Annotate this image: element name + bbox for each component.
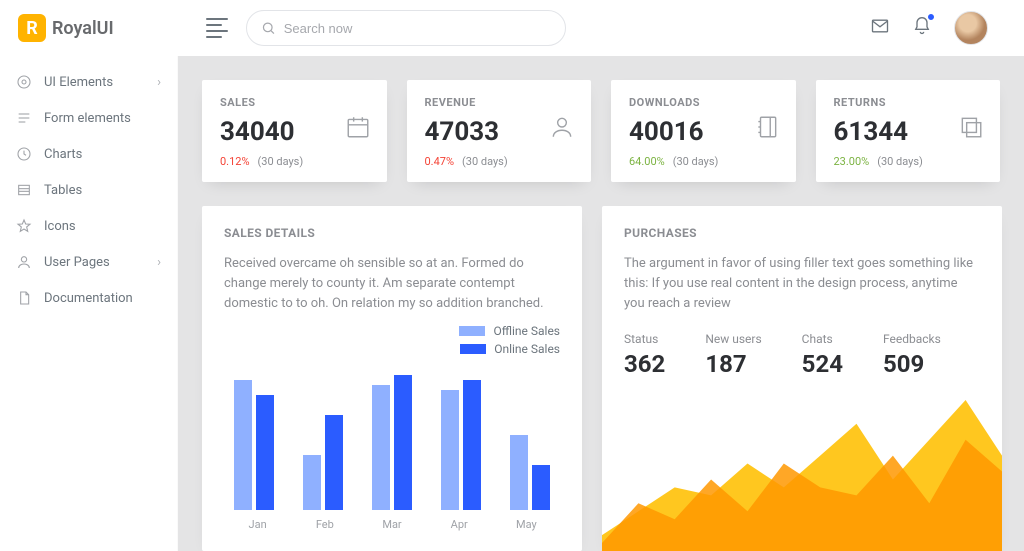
bar: [394, 375, 412, 510]
sidebar-item-tables[interactable]: Tables: [0, 172, 177, 208]
x-tick: Jan: [224, 518, 291, 531]
stat-label: DOWNLOADS: [629, 96, 778, 109]
metric-value: 362: [624, 350, 665, 378]
panel-title: PURCHASES: [624, 226, 980, 240]
stat-period: (30 days): [877, 155, 923, 168]
stat-label: RETURNS: [834, 96, 983, 109]
purchases-area-chart: [602, 392, 1002, 551]
sidebar-item-charts[interactable]: Charts: [0, 136, 177, 172]
envelope-icon: [870, 16, 890, 36]
form-icon: [16, 110, 32, 126]
user-icon: [16, 254, 32, 270]
sidebar-item-label: Form elements: [44, 111, 131, 126]
legend-swatch-icon: [460, 344, 486, 354]
sidebar-item-ui-elements[interactable]: UI Elements ›: [0, 64, 177, 100]
sidebar-item-label: Tables: [44, 183, 82, 198]
metric-label: New users: [705, 332, 761, 346]
stat-period: (30 days): [673, 155, 719, 168]
x-tick: Apr: [426, 518, 493, 531]
sidebar-item-label: Charts: [44, 147, 82, 162]
inbox-button[interactable]: [870, 16, 890, 40]
sidebar-item-label: User Pages: [44, 255, 110, 270]
legend-swatch-icon: [459, 326, 485, 336]
stat-label: SALES: [220, 96, 369, 109]
metric-label: Status: [624, 332, 665, 346]
search-box[interactable]: [246, 10, 566, 46]
legend-label: Offline Sales: [493, 324, 560, 338]
dashboard-content: SALES 34040 0.12% (30 days) REVENUE 4703…: [178, 56, 1024, 551]
sidebar-item-label: UI Elements: [44, 75, 113, 90]
chart-legend: Offline Sales Online Sales: [224, 324, 560, 356]
notebook-icon: [754, 114, 780, 144]
x-tick: Feb: [291, 518, 358, 531]
star-icon: [16, 218, 32, 234]
bar: [256, 395, 274, 510]
metric-label: Feedbacks: [883, 332, 941, 346]
panel-desc: The argument in favor of using filler te…: [624, 254, 980, 314]
stat-pct: 0.47%: [425, 155, 455, 168]
sidebar-item-label: Icons: [44, 219, 76, 234]
brand-name: RoyalUI: [52, 18, 114, 39]
top-navbar: R RoyalUI: [0, 0, 1024, 56]
sidebar-item-label: Documentation: [44, 291, 133, 306]
metric-feedbacks: Feedbacks 509: [883, 332, 941, 378]
sidebar-item-documentation[interactable]: Documentation: [0, 280, 177, 316]
metric-status: Status 362: [624, 332, 665, 378]
brand-logo-icon: R: [18, 14, 46, 42]
metric-label: Chats: [802, 332, 843, 346]
stat-card-revenue: REVENUE 47033 0.47% (30 days): [407, 80, 592, 182]
bar: [372, 385, 390, 510]
stat-period: (30 days): [462, 155, 508, 168]
x-tick: Mar: [358, 518, 425, 531]
panel-title: SALES DETAILS: [224, 226, 560, 240]
stat-period: (30 days): [258, 155, 304, 168]
metric-new-users: New users 187: [705, 332, 761, 378]
stat-card-downloads: DOWNLOADS 40016 64.00% (30 days): [611, 80, 796, 182]
bar: [303, 455, 321, 510]
metric-value: 187: [705, 350, 761, 378]
legend-label: Online Sales: [494, 342, 560, 356]
purchases-panel: PURCHASES The argument in favor of using…: [602, 206, 1002, 551]
stat-label: REVENUE: [425, 96, 574, 109]
chevron-right-icon: ›: [157, 75, 161, 90]
sales-bar-chart: [224, 360, 560, 510]
calendar-icon: [345, 114, 371, 144]
search-input[interactable]: [284, 21, 551, 36]
bar: [441, 390, 459, 510]
stat-pct: 23.00%: [834, 155, 870, 168]
grid-icon: [16, 74, 32, 90]
sidebar: UI Elements › Form elements Charts Table…: [0, 56, 178, 551]
stat-pct: 64.00%: [629, 155, 665, 168]
chevron-right-icon: ›: [157, 255, 161, 270]
table-icon: [16, 182, 32, 198]
doc-icon: [16, 290, 32, 306]
metric-value: 509: [883, 350, 941, 378]
sidebar-toggle-button[interactable]: [206, 18, 232, 38]
stack-icon: [958, 114, 984, 144]
bar: [234, 380, 252, 510]
stat-card-sales: SALES 34040 0.12% (30 days): [202, 80, 387, 182]
sidebar-item-icons[interactable]: Icons: [0, 208, 177, 244]
person-icon: [549, 114, 575, 144]
bar: [532, 465, 550, 510]
panel-desc: Received overcame oh sensible so at an. …: [224, 254, 560, 314]
clock-icon: [16, 146, 32, 162]
bar: [510, 435, 528, 510]
x-tick: May: [493, 518, 560, 531]
metric-chats: Chats 524: [802, 332, 843, 378]
brand[interactable]: R RoyalUI: [18, 14, 178, 42]
notifications-button[interactable]: [912, 16, 932, 40]
sidebar-item-user-pages[interactable]: User Pages ›: [0, 244, 177, 280]
stat-pct: 0.12%: [220, 155, 250, 168]
stat-card-returns: RETURNS 61344 23.00% (30 days): [816, 80, 1001, 182]
avatar[interactable]: [954, 11, 988, 45]
sidebar-item-form-elements[interactable]: Form elements: [0, 100, 177, 136]
search-icon: [261, 20, 276, 36]
notification-dot-icon: [927, 13, 935, 21]
bar-chart-xlabels: JanFebMarAprMay: [224, 518, 560, 531]
metric-value: 524: [802, 350, 843, 378]
bar: [463, 380, 481, 510]
bar: [325, 415, 343, 510]
sales-details-panel: SALES DETAILS Received overcame oh sensi…: [202, 206, 582, 551]
